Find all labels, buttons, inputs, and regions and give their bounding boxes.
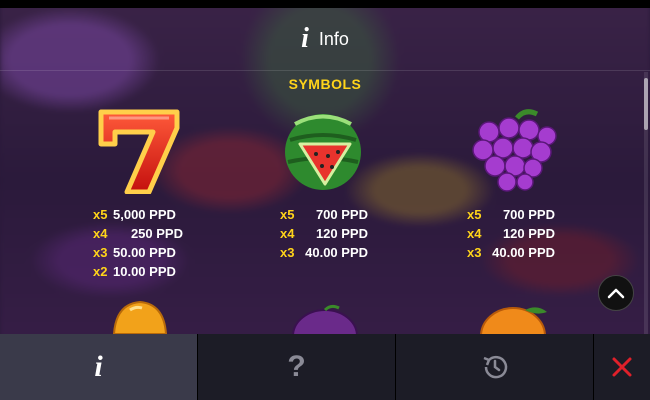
orange-icon [480,307,547,334]
payout-row: x3 50.00 PPD [93,243,183,262]
grapes-symbol [437,104,587,194]
question-icon: ? [287,350,306,383]
multiplier: x3 [93,245,108,260]
page-title: Info [318,28,349,49]
payout-amount: 120 PPD [502,226,555,241]
payout-amount: 700 PPD [502,207,555,222]
watermelon-symbol [250,104,400,194]
tab-info[interactable]: i [0,334,198,400]
scroll-up-button[interactable] [598,275,634,311]
payout-row: x3 40.00 PPD [467,243,555,262]
paytable-grapes: x5 700 PPD x4 120 PPD x3 40.00 PPD [467,205,555,262]
plum-icon [292,304,358,334]
multiplier: x3 [467,245,482,260]
seven-symbol [65,104,215,194]
bell-icon [112,300,168,334]
bottom-tab-bar: i ? [0,334,650,400]
payout-row: x3 40.00 PPD [280,243,368,262]
payout-amount: 40.00 PPD [305,245,368,260]
info-header: i Info [0,8,650,70]
multiplier: x3 [280,245,295,260]
close-button[interactable] [594,334,650,400]
multiplier: x4 [467,226,482,241]
multiplier: x4 [280,226,295,241]
payout-amount: 40.00 PPD [492,245,555,260]
multiplier: x4 [93,226,108,241]
payout-amount: 5,000 PPD [113,207,176,222]
seven-icon [98,109,180,194]
watermelon-icon [285,114,361,190]
header-divider [0,70,650,71]
payout-row: x4 120 PPD [467,224,555,243]
payout-row: x4 250 PPD [93,224,183,243]
payout-row: x5 700 PPD [280,205,368,224]
section-title: SYMBOLS [288,76,362,92]
payout-row: x5 5,000 PPD [93,205,183,224]
multiplier: x5 [280,207,295,222]
payout-row: x5 700 PPD [467,205,555,224]
grapes-icon [472,109,557,192]
chevron-up-icon [607,288,625,299]
tab-history[interactable] [396,334,594,400]
multiplier: x5 [93,207,108,222]
payout-amount: 10.00 PPD [113,264,176,279]
info-icon: i [94,350,103,383]
history-icon [483,355,507,379]
tab-help[interactable]: ? [198,334,396,400]
payout-amount: 700 PPD [315,207,368,222]
close-icon [612,357,632,377]
scrollbar-thumb[interactable] [644,78,648,130]
payout-row: x4 120 PPD [280,224,368,243]
payout-amount: 50.00 PPD [113,245,176,260]
multiplier: x5 [467,207,482,222]
payout-amount: 250 PPD [130,226,183,241]
payout-row: x2 10.00 PPD [93,262,183,281]
info-icon: i [301,23,309,54]
multiplier: x2 [93,264,108,279]
top-strip [0,0,650,8]
paytable-watermelon: x5 700 PPD x4 120 PPD x3 40.00 PPD [280,205,368,262]
payout-amount: 120 PPD [315,226,368,241]
paytable-seven: x5 5,000 PPD x4 250 PPD x3 50.00 PPD x2 … [93,205,183,281]
